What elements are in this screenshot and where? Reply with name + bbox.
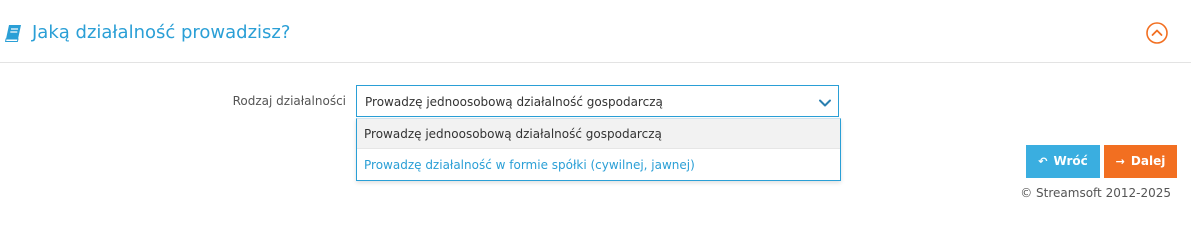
activity-type-select[interactable]: Prowadzę jednoosobową działalność gospod… bbox=[356, 85, 839, 117]
page-title: Jaką działalność prowadzisz? bbox=[32, 22, 291, 43]
book-icon bbox=[5, 24, 23, 42]
back-button-label: Wróć bbox=[1053, 154, 1088, 168]
page: Jaką działalność prowadzisz? Rodzaj dzia… bbox=[0, 0, 1191, 213]
activity-type-label: Rodzaj działalności bbox=[232, 94, 346, 108]
next-button-label: Dalej bbox=[1130, 154, 1166, 168]
arrow-right-icon: → bbox=[1115, 155, 1125, 168]
dropdown-option-sole-proprietorship[interactable]: Prowadzę jednoosobową działalność gospod… bbox=[357, 119, 840, 149]
back-button[interactable]: ↶ Wróć bbox=[1026, 145, 1100, 178]
chevron-up-circle-icon[interactable] bbox=[1146, 22, 1168, 44]
copyright-footer: © Streamsoft 2012-2025 bbox=[1020, 186, 1171, 200]
section-header: Jaką działalność prowadzisz? bbox=[0, 0, 1191, 63]
dropdown-option-partnership[interactable]: Prowadzę działalność w formie spółki (cy… bbox=[357, 150, 840, 180]
activity-type-dropdown: Prowadzę jednoosobową działalność gospod… bbox=[356, 118, 841, 181]
reply-arrow-icon: ↶ bbox=[1038, 155, 1048, 168]
select-value: Prowadzę jednoosobową działalność gospod… bbox=[365, 95, 663, 109]
next-button[interactable]: → Dalej bbox=[1104, 145, 1177, 178]
chevron-down-icon[interactable] bbox=[818, 95, 832, 109]
